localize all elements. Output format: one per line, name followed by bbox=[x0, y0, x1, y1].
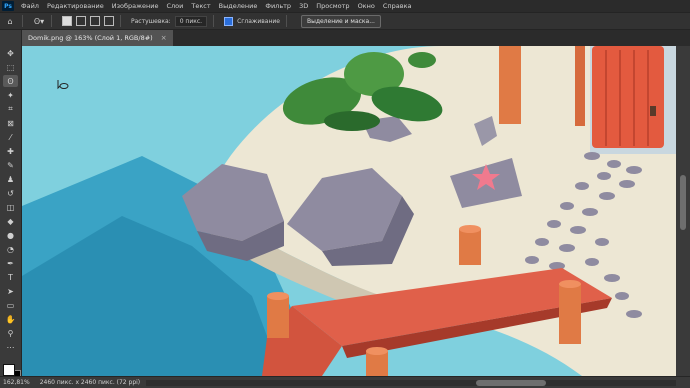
more-tools-icon[interactable]: ⋯ bbox=[3, 341, 18, 353]
eyedropper-tool-icon[interactable]: ⁄ bbox=[3, 131, 18, 143]
zoom-level[interactable]: 162,81% bbox=[3, 379, 30, 386]
zoom-tool-icon[interactable]: ⚲ bbox=[3, 327, 18, 339]
lasso-preset-icon[interactable]: ʘ▾ bbox=[33, 15, 45, 27]
close-icon[interactable]: × bbox=[161, 34, 167, 42]
document-tab-title: Domik.png @ 163% (Слой 1, RGB/8#) bbox=[28, 34, 153, 42]
divider bbox=[120, 15, 121, 27]
intersect-selection-icon[interactable] bbox=[104, 16, 114, 26]
new-selection-icon[interactable] bbox=[62, 16, 72, 26]
antialias-label: Сглаживание bbox=[237, 17, 280, 25]
pier-post bbox=[267, 296, 289, 338]
door-handle bbox=[650, 106, 656, 116]
subtract-selection-icon[interactable] bbox=[90, 16, 100, 26]
feather-input[interactable]: 0 пикс. bbox=[174, 15, 208, 27]
leaf-top bbox=[408, 52, 436, 68]
post-right bbox=[575, 46, 585, 126]
document-info: 2460 пикс. х 2460 пикс. (72 ppi) bbox=[39, 379, 141, 386]
blur-tool-icon[interactable]: ● bbox=[3, 229, 18, 241]
select-and-mask-button[interactable]: Выделение и маска... bbox=[300, 14, 381, 28]
menu-filter[interactable]: Фильтр bbox=[261, 2, 295, 10]
pier-post-top bbox=[366, 347, 388, 355]
status-bar: 162,81% 2460 пикс. х 2460 пикс. (72 ppi) bbox=[0, 376, 690, 388]
pier-post-top bbox=[459, 225, 481, 233]
menu-select[interactable]: Выделение bbox=[215, 2, 262, 10]
lasso-tool-icon[interactable]: ʘ bbox=[3, 75, 18, 87]
move-tool-icon[interactable]: ✥ bbox=[3, 47, 18, 59]
vertical-scroll-thumb[interactable] bbox=[680, 175, 686, 230]
pier-post bbox=[559, 284, 581, 344]
menu-edit[interactable]: Редактирование bbox=[43, 2, 108, 10]
marquee-tool-icon[interactable]: ⬚ bbox=[3, 61, 18, 73]
divider bbox=[285, 15, 287, 27]
canvas-image bbox=[22, 46, 676, 376]
pen-tool-icon[interactable]: ✒ bbox=[3, 257, 18, 269]
vertical-scrollbar[interactable] bbox=[676, 46, 690, 376]
menu-image[interactable]: Изображение bbox=[108, 2, 163, 10]
brush-tool-icon[interactable]: ✎ bbox=[3, 159, 18, 171]
crop-tool-icon[interactable]: ⌗ bbox=[3, 103, 18, 115]
eraser-tool-icon[interactable]: ◫ bbox=[3, 201, 18, 213]
menu-view[interactable]: Просмотр bbox=[312, 2, 353, 10]
post-left bbox=[499, 46, 521, 124]
menu-layers[interactable]: Слои bbox=[162, 2, 187, 10]
hand-tool-icon[interactable]: ✋ bbox=[3, 313, 18, 325]
options-bar: ⌂ ʘ▾ Растушевка: 0 пикс. Сглаживание Выд… bbox=[0, 12, 690, 30]
feather-label: Растушевка: bbox=[131, 17, 171, 25]
foreground-color-swatch[interactable] bbox=[3, 364, 15, 376]
menu-window[interactable]: Окно bbox=[354, 2, 379, 10]
healing-brush-tool-icon[interactable]: ✚ bbox=[3, 145, 18, 157]
menu-bar: Ps Файл Редактирование Изображение Слои … bbox=[0, 0, 690, 12]
document-tab-bar: Domik.png @ 163% (Слой 1, RGB/8#) × bbox=[22, 30, 690, 46]
horizontal-scroll-thumb[interactable] bbox=[476, 380, 546, 386]
document-canvas[interactable] bbox=[22, 46, 676, 376]
path-selection-tool-icon[interactable]: ➤ bbox=[3, 285, 18, 297]
house-door bbox=[592, 46, 664, 148]
history-brush-tool-icon[interactable]: ↺ bbox=[3, 187, 18, 199]
menu-help[interactable]: Справка bbox=[379, 2, 416, 10]
menu-3d[interactable]: 3D bbox=[295, 2, 312, 10]
horizontal-scrollbar[interactable] bbox=[146, 380, 676, 386]
pier-post-top bbox=[559, 280, 581, 288]
paint-bucket-tool-icon[interactable]: ◆ bbox=[3, 215, 18, 227]
menu-file[interactable]: Файл bbox=[17, 2, 43, 10]
frame-tool-icon[interactable]: ⊠ bbox=[3, 117, 18, 129]
pier-post bbox=[459, 229, 481, 265]
divider bbox=[22, 15, 23, 27]
home-icon[interactable]: ⌂ bbox=[4, 15, 16, 27]
type-tool-icon[interactable]: T bbox=[3, 271, 18, 283]
rectangle-tool-icon[interactable]: ▭ bbox=[3, 299, 18, 311]
pier-post-top bbox=[267, 292, 289, 300]
magic-wand-tool-icon[interactable]: ✦ bbox=[3, 89, 18, 101]
antialias-checkbox[interactable] bbox=[224, 16, 234, 26]
divider bbox=[51, 15, 52, 27]
tools-panel: ✥ ⬚ ʘ ✦ ⌗ ⊠ ⁄ ✚ ✎ ♟ ↺ ◫ ◆ ● ◔ ✒ T ➤ ▭ ✋ … bbox=[0, 30, 22, 382]
add-selection-icon[interactable] bbox=[76, 16, 86, 26]
clone-stamp-tool-icon[interactable]: ♟ bbox=[3, 173, 18, 185]
document-tab[interactable]: Domik.png @ 163% (Слой 1, RGB/8#) × bbox=[22, 30, 173, 46]
divider bbox=[213, 15, 215, 27]
leaf-shadow bbox=[324, 111, 380, 131]
dodge-tool-icon[interactable]: ◔ bbox=[3, 243, 18, 255]
menu-type[interactable]: Текст bbox=[187, 2, 214, 10]
photoshop-logo-icon[interactable]: Ps bbox=[2, 1, 14, 11]
